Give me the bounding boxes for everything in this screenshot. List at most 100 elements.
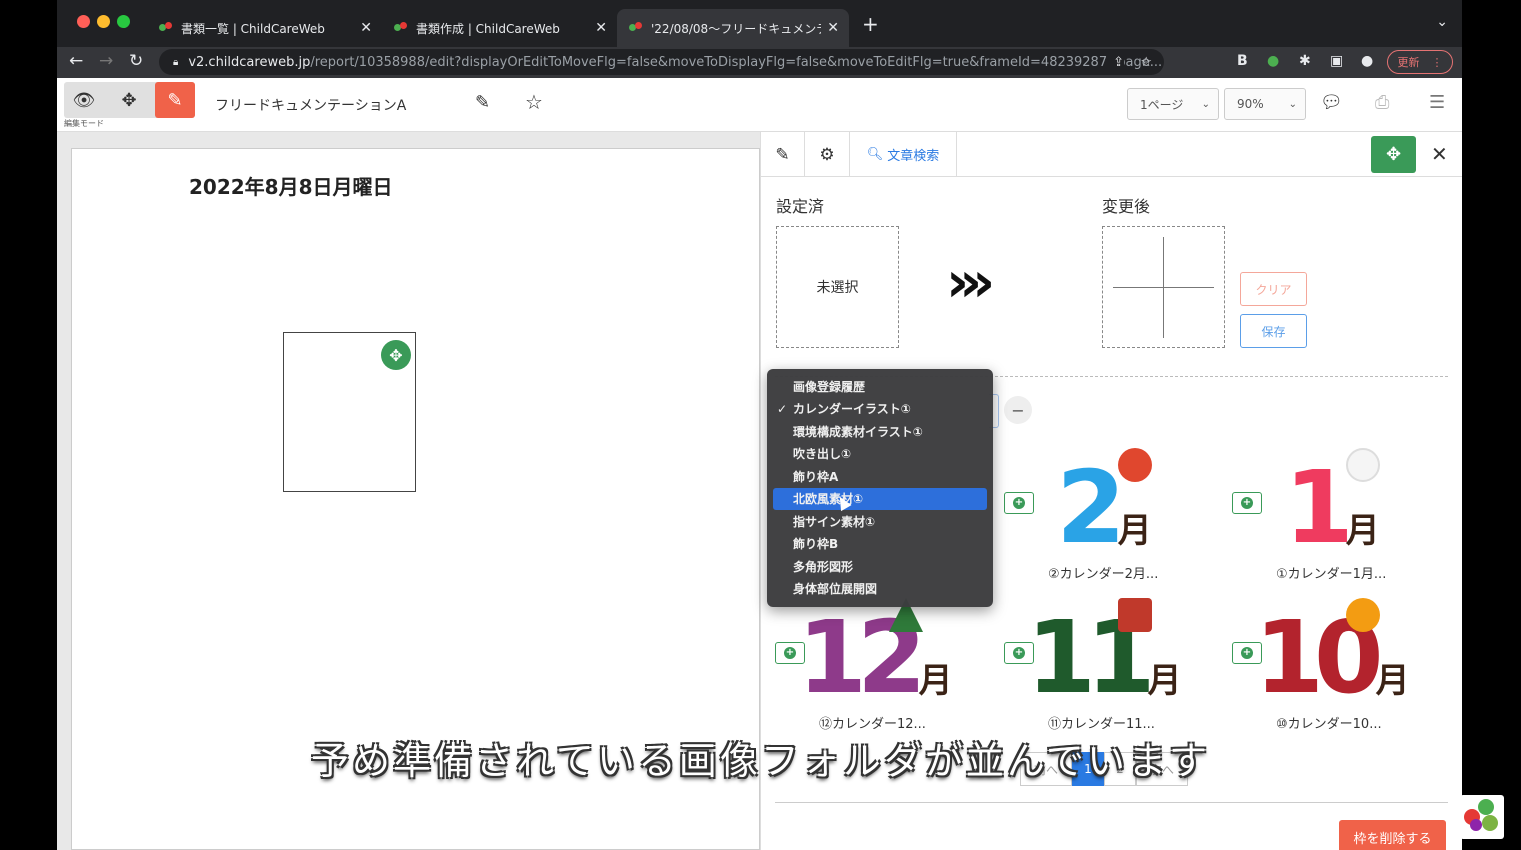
update-button[interactable]: 更新 ⋮ [1387, 50, 1453, 74]
browser-tab-1[interactable]: 書類一覧 | ChildCareWeb ✕ [147, 9, 382, 47]
share-icon[interactable]: ⇪ [1107, 54, 1124, 70]
calendar-thumbnail[interactable]: 12 月 [797, 596, 953, 708]
snowman-illustration [1346, 448, 1380, 482]
update-label: 更新 [1397, 56, 1420, 69]
scarecrow-illustration [1118, 598, 1152, 632]
unselected-text: 未選択 [816, 280, 859, 296]
video-subtitle: 予め準備されている画像フォルダが並んでいます [311, 739, 1210, 783]
thumbnail-month-char: 月 [918, 661, 953, 701]
folder-option-checked[interactable]: ✓ カレンダーイラスト① [767, 398, 993, 421]
tab-title: 書類一覧 | ChildCareWeb [181, 21, 325, 36]
search-icon: 🔍︎ [866, 147, 884, 162]
more-menu-icon: ⋮ [1431, 55, 1443, 69]
image-card[interactable]: + 10 月 ⑩カレンダー10... [1232, 596, 1432, 746]
extension-b-icon[interactable]: B [1237, 53, 1248, 69]
thumbnail-month-char: 月 [1117, 511, 1152, 551]
zoom-select[interactable]: 90% ⌄ [1224, 88, 1306, 120]
image-card[interactable]: + 11 月 ⑪カレンダー11... [1004, 596, 1204, 746]
folder-option[interactable]: 身体部位展開図 [767, 578, 993, 601]
plus-icon: + [1241, 497, 1253, 509]
reload-icon[interactable]: ↻ [129, 51, 143, 71]
folder-option[interactable]: 吹き出し① [767, 443, 993, 466]
folder-option[interactable]: 多角形図形 [767, 555, 993, 578]
image-card[interactable]: + 2 月 ②カレンダー2月... [1004, 446, 1204, 596]
new-tab-icon[interactable]: + [862, 12, 879, 36]
close-tab-icon[interactable]: ✕ [827, 20, 839, 36]
save-button[interactable]: 保存 [1240, 314, 1307, 348]
move-mode-arrows-icon[interactable]: ✥ [109, 82, 149, 118]
date-heading[interactable]: 2022年8月8日月曜日 [189, 171, 393, 200]
side-panel-icon[interactable]: ▣ [1330, 53, 1343, 69]
browser-tab-bar: 書類一覧 | ChildCareWeb ✕ 書類作成 | ChildCareWe… [57, 0, 1462, 47]
delete-frame-label: 枠を削除する [1353, 831, 1432, 847]
minimize-window-button[interactable] [97, 15, 110, 28]
image-frame[interactable]: ✥ [283, 332, 416, 492]
new-image-box[interactable] [1102, 226, 1225, 348]
view-mode-eye-icon[interactable]: 👁︎ [64, 82, 104, 118]
close-tab-icon[interactable]: ✕ [595, 20, 607, 36]
folder-option[interactable]: 指サイン素材① [767, 510, 993, 533]
edit-title-pencil-icon[interactable]: ✎ [475, 92, 490, 113]
folder-option-label: 指サイン素材① [793, 514, 876, 529]
close-tab-icon[interactable]: ✕ [360, 20, 372, 36]
page-select[interactable]: 1ページ ⌄ [1127, 88, 1219, 120]
move-frame-icon[interactable]: ✥ [381, 340, 411, 370]
folder-option-label: 身体部位展開図 [793, 582, 878, 597]
drag-panel-button[interactable]: ✥ [1371, 136, 1416, 173]
favorite-star-icon[interactable]: ☆ [525, 90, 543, 114]
hamburger-menu-icon[interactable]: ☰ [1429, 92, 1445, 113]
childcareweb-logo-icon [1460, 795, 1504, 839]
edit-text-icon[interactable]: ✎ [761, 132, 805, 177]
current-image-label: 設定済 [776, 197, 825, 216]
image-card[interactable]: + 1 月 ①カレンダー1月... [1232, 446, 1432, 596]
forward-icon[interactable]: → [99, 51, 113, 71]
add-image-button[interactable]: + [1004, 492, 1034, 514]
calendar-thumbnail[interactable]: 2 月 [1048, 446, 1160, 558]
comment-icon[interactable]: 💬︎ [1320, 92, 1343, 113]
edit-mode-pencil-icon[interactable]: ✎ [155, 82, 195, 118]
folder-option[interactable]: 飾り枠A [767, 465, 993, 488]
document-title: フリードキュメンテーションA [215, 98, 407, 114]
extension-green-icon[interactable]: ● [1267, 53, 1279, 69]
image-card[interactable]: + 12 月 ⑫カレンダー12... [775, 596, 975, 746]
extensions-puzzle-icon[interactable]: ✱ [1299, 53, 1311, 69]
close-panel-icon[interactable]: ✕ [1431, 142, 1448, 166]
checkmark-icon: ✓ [777, 401, 788, 416]
folder-option-highlighted[interactable]: 北欧風素材① [773, 487, 987, 510]
browser-tab-3-active[interactable]: '22/08/08〜フリードキュメンテ ✕ [617, 9, 849, 47]
folder-option[interactable]: 飾り枠B [767, 533, 993, 556]
print-icon[interactable]: ⎙ [1375, 92, 1389, 113]
image-label: ①カレンダー1月... [1276, 567, 1387, 582]
folder-option-label: 画像登録履歴 [793, 379, 866, 394]
folder-option[interactable]: 環境構成素材イラスト① [767, 420, 993, 443]
folder-option-label: 北欧風素材① [793, 492, 864, 507]
calendar-thumbnail[interactable]: 11 月 [1026, 596, 1182, 708]
add-image-button[interactable]: + [1232, 492, 1262, 514]
tab-title: 書類作成 | ChildCareWeb [416, 21, 560, 36]
image-label: ②カレンダー2月... [1048, 567, 1159, 582]
maximize-window-button[interactable] [117, 15, 130, 28]
page-select-value: 1ページ [1140, 97, 1184, 112]
folder-option[interactable]: 画像登録履歴 [767, 375, 993, 398]
calendar-thumbnail[interactable]: 1 月 [1276, 446, 1388, 558]
browser-tab-2[interactable]: 書類作成 | ChildCareWeb ✕ [382, 9, 617, 47]
mode-toggle-group: 👁︎ ✥ ✎ [64, 82, 195, 118]
thumbnail-month-char: 月 [1147, 661, 1182, 701]
lock-icon: 🔒︎ [173, 56, 179, 68]
tab-search-chevron-icon[interactable]: ⌄ [1436, 14, 1448, 30]
delete-frame-button[interactable]: 枠を削除する [1339, 820, 1446, 850]
back-icon[interactable]: ← [69, 51, 83, 71]
plus-icon: + [784, 647, 796, 659]
folder-option-label: カレンダーイラスト① [793, 402, 911, 417]
close-window-button[interactable] [77, 15, 90, 28]
profile-icon[interactable]: ● [1361, 53, 1373, 69]
url-field[interactable]: 🔒︎ v2.childcareweb.jp /report/10358988/e… [159, 49, 1164, 75]
clear-button[interactable]: クリア [1240, 272, 1307, 306]
calendar-thumbnail[interactable]: 10 月 [1254, 596, 1410, 708]
arrow-indicator: ››› [946, 250, 995, 315]
text-search-button[interactable]: 🔍︎ 文章検索 [850, 132, 957, 177]
settings-gear-icon[interactable]: ⚙ [805, 132, 850, 177]
remove-folder-button[interactable]: − [1004, 396, 1032, 424]
bookmark-star-icon[interactable]: ☆ [1140, 55, 1152, 70]
folder-option-label: 環境構成素材イラスト① [793, 424, 923, 439]
